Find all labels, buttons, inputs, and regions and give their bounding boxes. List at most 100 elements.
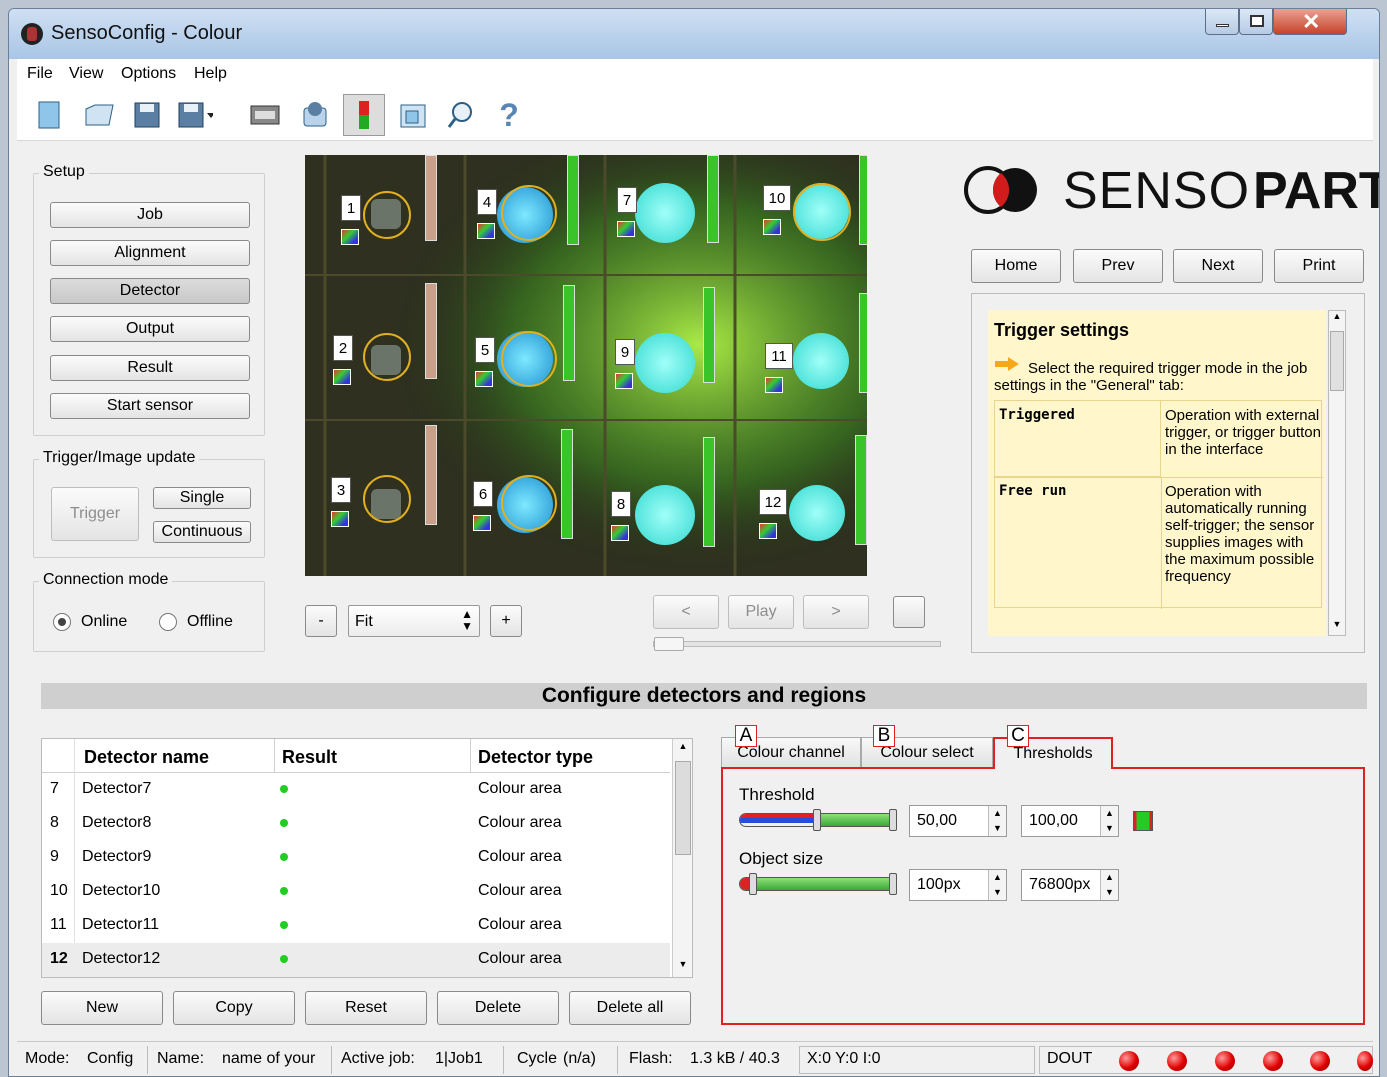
col-detector-name[interactable]: Detector name [84,747,209,768]
detector-button[interactable]: Detector [50,278,250,304]
object-max-input[interactable]: 76800px ▲ ▼ [1021,869,1119,901]
help-scrollbar[interactable]: ▲ ▼ [1328,310,1346,636]
scroll-thumb[interactable] [1330,331,1344,391]
detector-label-8[interactable]: 8 [611,491,631,517]
maximize-button[interactable] [1239,9,1273,35]
single-button[interactable]: Single [153,487,251,509]
table-row[interactable]: 11 Detector11 Colour area [42,909,670,943]
scroll-up-icon[interactable]: ▲ [675,741,691,757]
detector-label-1[interactable]: 1 [341,195,361,221]
trigger-button[interactable]: Trigger [51,487,139,541]
colour-icon [341,229,359,245]
record-toggle[interactable] [893,596,925,628]
menu-view[interactable]: View [69,65,103,83]
job-button[interactable]: Job [50,202,250,228]
region-circle-3[interactable] [363,475,411,523]
region-circle-5[interactable] [501,331,557,387]
detector-label-2[interactable]: 2 [333,335,353,361]
sensor-icon[interactable] [297,97,333,133]
start-sensor-button[interactable]: Start sensor [50,393,250,419]
scroll-down-icon[interactable]: ▼ [675,959,691,975]
online-radio[interactable] [53,613,71,631]
main-content: Setup Job Alignment Detector Output Resu… [17,141,1379,1041]
detector-label-12[interactable]: 12 [759,489,787,515]
detector-label-4[interactable]: 4 [477,189,497,215]
threshold-max-input[interactable]: 100,00 ▲ ▼ [1021,805,1119,837]
object-min-input[interactable]: 100px ▲ ▼ [909,869,1007,901]
new-icon[interactable] [31,97,67,133]
delete-button[interactable]: Delete [437,991,559,1025]
delete-all-button[interactable]: Delete all [569,991,691,1025]
minimize-button[interactable] [1205,9,1239,35]
result-button[interactable]: Result [50,355,250,381]
threshold-max-handle[interactable] [889,809,897,831]
play-button[interactable]: Play [728,595,794,629]
detector-label-10[interactable]: 10 [763,185,791,211]
continuous-button[interactable]: Continuous [153,521,251,543]
camera-image[interactable]: 1 2 3 4 5 6 7 8 9 10 11 12 [305,155,867,576]
threshold-min-handle[interactable] [813,809,821,831]
output-button[interactable]: Output [50,316,250,342]
offline-radio[interactable] [159,613,177,631]
table-row-selected[interactable]: 12 Detector12 Colour area [42,943,670,977]
next-button[interactable]: Next [1173,249,1263,283]
object-max-handle[interactable] [889,873,897,895]
spin-arrows-icon[interactable]: ▲ ▼ [1100,870,1118,900]
scroll-thumb[interactable] [675,761,691,855]
zoom-in-button[interactable]: + [490,605,522,637]
traffic-light-icon[interactable] [343,94,385,136]
reset-button[interactable]: Reset [305,991,427,1025]
spin-arrows-icon[interactable]: ▲ ▼ [988,870,1006,900]
cycle-label: Cycle [517,1050,558,1067]
search-icon[interactable] [443,97,479,133]
alignment-button[interactable]: Alignment [50,240,250,266]
region-circle-4[interactable] [501,185,557,241]
close-button[interactable]: ✕ [1273,9,1347,35]
spin-arrows-icon[interactable]: ▲ ▼ [988,806,1006,836]
print-button[interactable]: Print [1274,249,1364,283]
open-icon[interactable] [81,97,117,133]
save-icon[interactable] [129,97,165,133]
object-size-slider[interactable] [739,877,895,891]
detector-label-6[interactable]: 6 [473,481,493,507]
col-detector-type[interactable]: Detector type [478,747,593,768]
home-button[interactable]: Home [971,249,1061,283]
menu-help[interactable]: Help [194,65,227,83]
zoom-select[interactable]: Fit ▲ ▼ [348,605,480,637]
menu-file[interactable]: File [27,65,53,83]
next-frame-button[interactable]: > [803,595,869,629]
spin-arrows-icon[interactable]: ▲ ▼ [1100,806,1118,836]
slider-handle[interactable] [654,637,684,651]
table-row[interactable]: 8 Detector8 Colour area [42,807,670,841]
col-result[interactable]: Result [282,747,337,768]
result-bar-4 [567,155,579,245]
playback-slider[interactable] [653,637,941,651]
detector-label-9[interactable]: 9 [615,339,635,365]
prev-frame-button[interactable]: < [653,595,719,629]
detector-label-7[interactable]: 7 [617,187,637,213]
threshold-min-input[interactable]: 50,00 ▲ ▼ [909,805,1007,837]
region-circle-1[interactable] [363,191,411,239]
scroll-up-icon[interactable]: ▲ [1330,311,1344,327]
window-icon[interactable] [395,97,431,133]
new-button[interactable]: New [41,991,163,1025]
table-row[interactable]: 10 Detector10 Colour area [42,875,670,909]
detector-label-3[interactable]: 3 [331,477,351,503]
table-row[interactable]: 9 Detector9 Colour area [42,841,670,875]
save-as-icon[interactable] [177,97,213,133]
scroll-down-icon[interactable]: ▼ [1330,619,1344,635]
table-scrollbar[interactable]: ▲ ▼ [672,739,692,977]
prev-button[interactable]: Prev [1073,249,1163,283]
region-circle-10[interactable] [793,183,851,241]
zoom-out-button[interactable]: - [305,605,337,637]
region-circle-6[interactable] [501,475,557,531]
copy-button[interactable]: Copy [173,991,295,1025]
detector-label-5[interactable]: 5 [475,337,495,363]
menu-options[interactable]: Options [121,65,176,83]
table-row[interactable]: 7 Detector7 Colour area [42,773,670,807]
detector-label-11[interactable]: 11 [765,343,793,369]
help-icon[interactable]: ? [491,97,527,133]
film-icon[interactable] [247,97,283,133]
region-circle-2[interactable] [363,333,411,381]
object-min-handle[interactable] [749,873,757,895]
